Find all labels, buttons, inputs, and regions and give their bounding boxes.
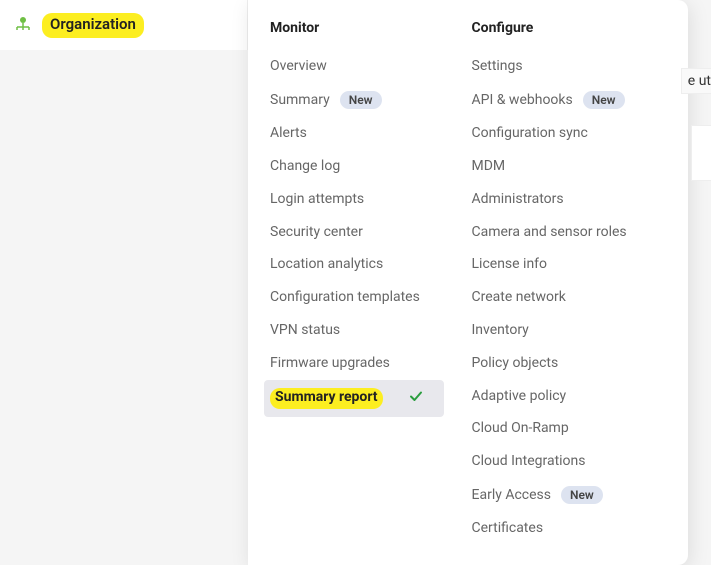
organization-icon [12, 14, 34, 36]
menu-item-label: Certificates [472, 520, 544, 537]
menu-item-overview[interactable]: Overview [270, 50, 472, 83]
menu-item-label: Adaptive policy [472, 388, 567, 405]
menu-item-label: VPN status [270, 322, 340, 339]
menu-item-summary[interactable]: Summary New [270, 83, 472, 117]
menu-item-api-webhooks[interactable]: API & webhooks New [472, 83, 674, 117]
menu-item-administrators[interactable]: Administrators [472, 183, 674, 216]
menu-item-security-center[interactable]: Security center [270, 216, 472, 249]
menu-item-change-log[interactable]: Change log [270, 150, 472, 183]
menu-item-cloud-integrations[interactable]: Cloud Integrations [472, 445, 674, 478]
menu-item-label: Cloud On-Ramp [472, 420, 569, 437]
configure-header: Configure [472, 20, 674, 36]
menu-item-certificates[interactable]: Certificates [472, 512, 674, 545]
menu-item-label: Change log [270, 158, 340, 175]
menu-item-label: Overview [270, 58, 327, 75]
menu-item-create-network[interactable]: Create network [472, 281, 674, 314]
sidebar-top[interactable]: Organization [0, 0, 248, 50]
menu-item-mdm[interactable]: MDM [472, 150, 674, 183]
highlight-annotation: Summary report [270, 388, 383, 410]
menu-item-label: Summary report [275, 389, 378, 405]
menu-item-label: Login attempts [270, 191, 364, 208]
partial-background-text: e ut [681, 68, 711, 94]
menu-item-camera-sensor-roles[interactable]: Camera and sensor roles [472, 216, 674, 249]
menu-item-settings[interactable]: Settings [472, 50, 674, 83]
menu-item-label: MDM [472, 158, 506, 175]
new-badge: New [340, 91, 382, 109]
menu-item-configuration-templates[interactable]: Configuration templates [270, 281, 472, 314]
menu-item-adaptive-policy[interactable]: Adaptive policy [472, 380, 674, 413]
menu-item-label: License info [472, 256, 548, 273]
menu-item-label: Administrators [472, 191, 564, 208]
menu-item-label: Camera and sensor roles [472, 224, 627, 241]
menu-item-label: Settings [472, 58, 523, 75]
menu-item-early-access[interactable]: Early Access New [472, 478, 674, 512]
menu-item-firmware-upgrades[interactable]: Firmware upgrades [270, 347, 472, 380]
organization-flyout: Monitor Overview Summary New Alerts Chang… [248, 0, 688, 565]
menu-item-license-info[interactable]: License info [472, 248, 674, 281]
configure-column: Configure Settings API & webhooks New Con… [472, 20, 674, 545]
new-badge: New [561, 486, 603, 504]
check-icon [408, 388, 424, 409]
menu-item-configuration-sync[interactable]: Configuration sync [472, 117, 674, 150]
new-badge: New [583, 91, 625, 109]
menu-item-alerts[interactable]: Alerts [270, 117, 472, 150]
menu-item-label: Security center [270, 224, 363, 241]
menu-item-label: Cloud Integrations [472, 453, 586, 470]
menu-item-label: Policy objects [472, 355, 559, 372]
menu-item-label: Configuration sync [472, 125, 588, 142]
menu-item-label: Alerts [270, 125, 307, 142]
menu-item-label: Firmware upgrades [270, 355, 390, 372]
menu-item-label: Early Access [472, 487, 551, 504]
menu-item-label: API & webhooks [472, 92, 573, 109]
organization-label: Organization [42, 13, 144, 38]
menu-item-label: Create network [472, 289, 566, 306]
menu-item-policy-objects[interactable]: Policy objects [472, 347, 674, 380]
menu-item-vpn-status[interactable]: VPN status [270, 314, 472, 347]
monitor-header: Monitor [270, 20, 472, 36]
menu-item-label: Inventory [472, 322, 529, 339]
menu-item-login-attempts[interactable]: Login attempts [270, 183, 472, 216]
monitor-column: Monitor Overview Summary New Alerts Chang… [270, 20, 472, 545]
menu-item-inventory[interactable]: Inventory [472, 314, 674, 347]
menu-item-summary-report[interactable]: Summary report [264, 380, 444, 418]
partial-background-block [691, 125, 711, 181]
menu-item-label: Configuration templates [270, 289, 420, 306]
menu-item-cloud-on-ramp[interactable]: Cloud On-Ramp [472, 412, 674, 445]
menu-item-location-analytics[interactable]: Location analytics [270, 248, 472, 281]
menu-item-label: Summary [270, 92, 330, 109]
menu-item-label: Location analytics [270, 256, 383, 273]
